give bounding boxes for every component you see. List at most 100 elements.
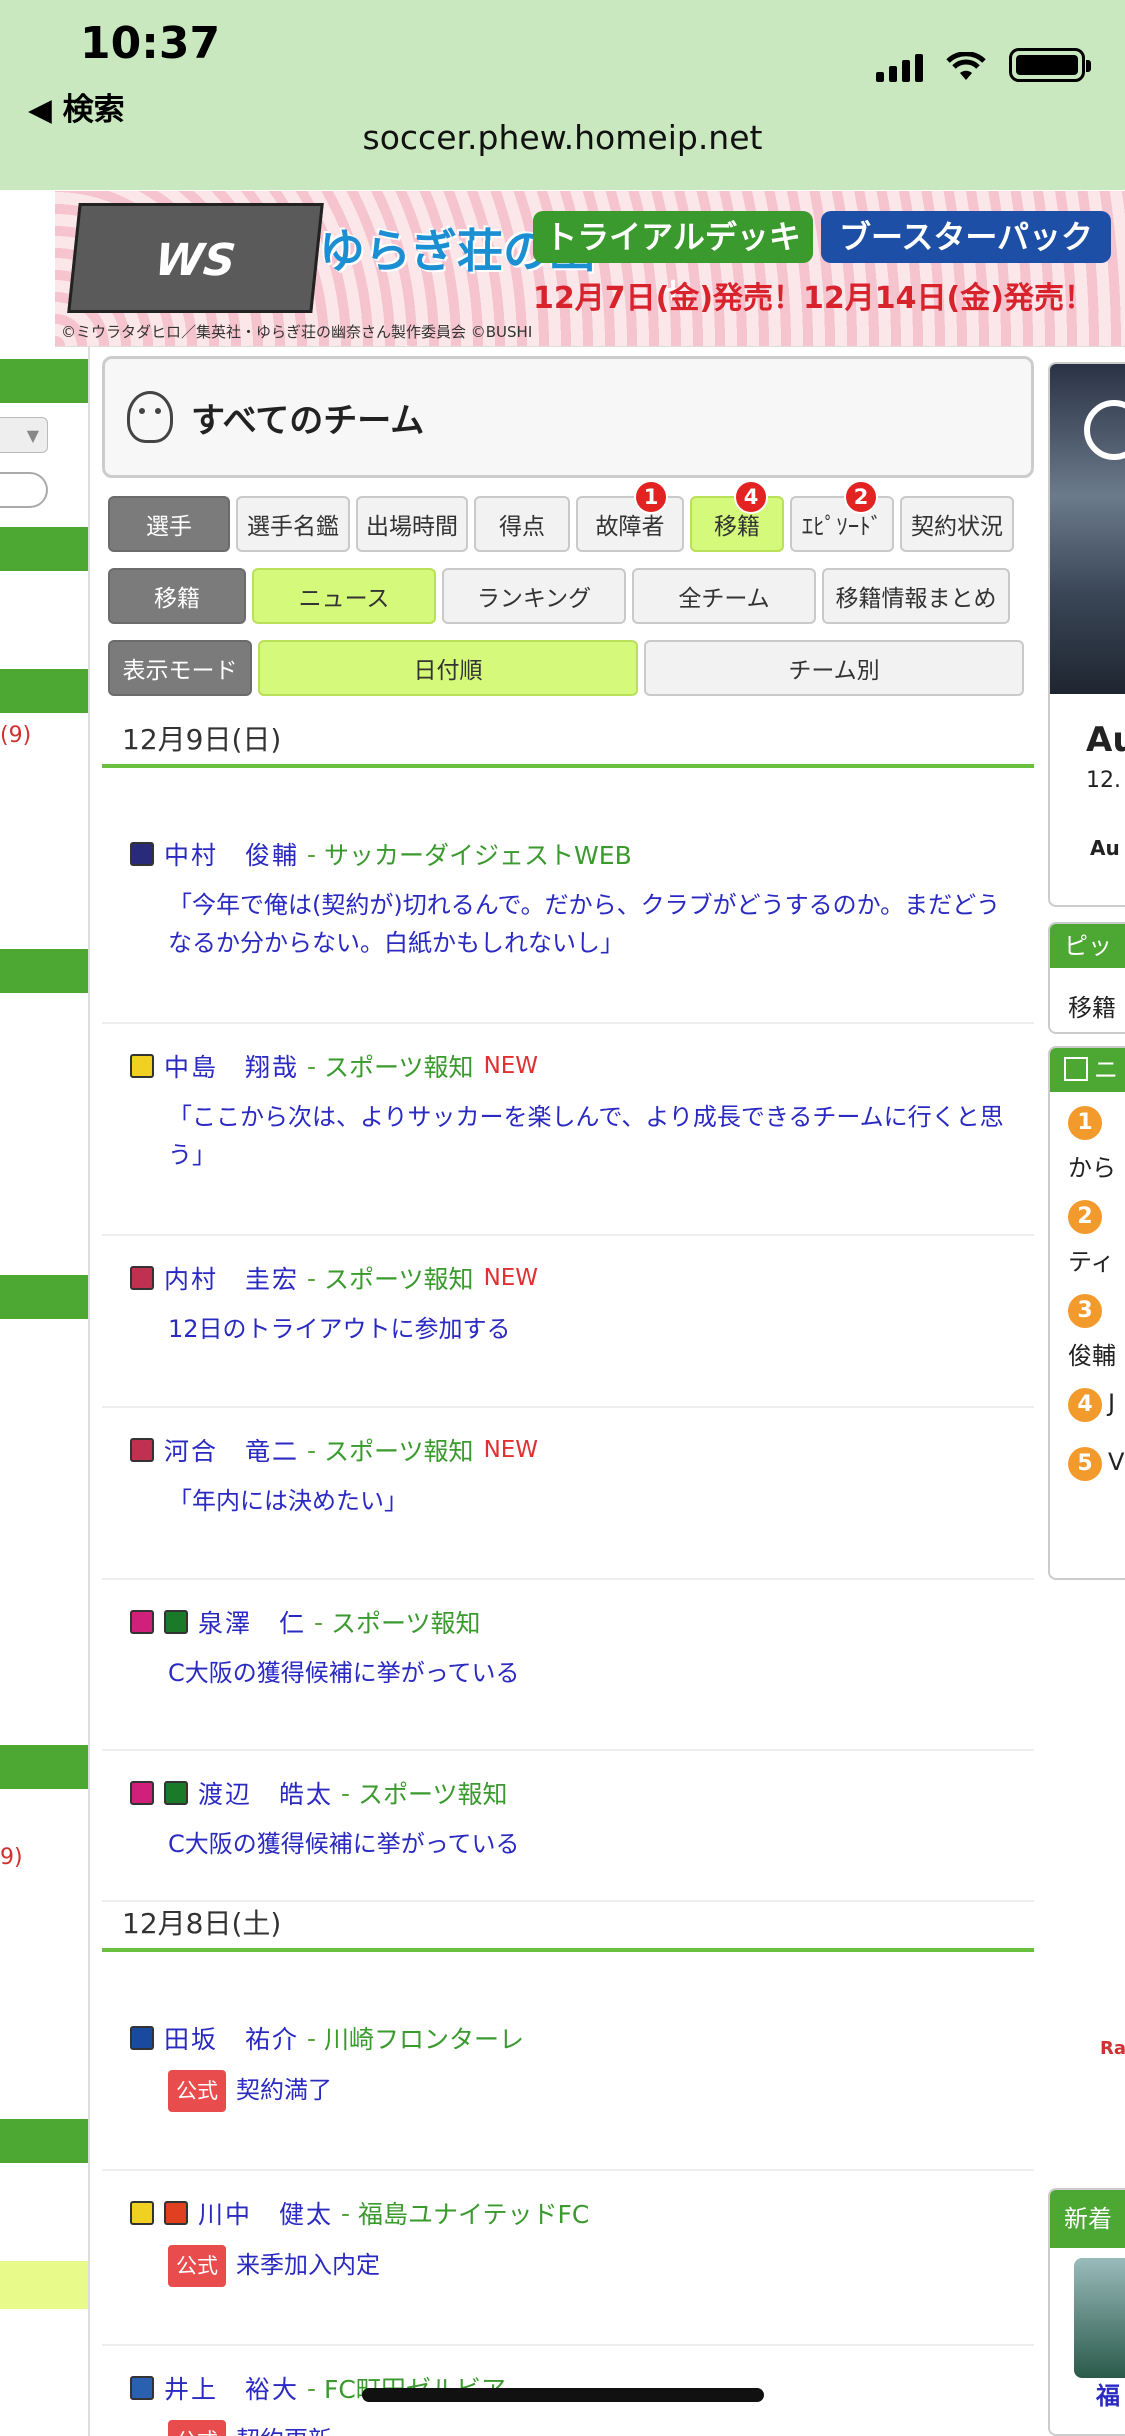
tab-tabs_row1-1[interactable]: 選手名鑑 <box>236 496 350 552</box>
status-time: 10:37 <box>80 18 221 69</box>
banner-copyright: ©ミウラタダヒロ／集英社・ゆらぎ荘の幽奈さん製作委員会 ©BUSHI <box>61 323 533 341</box>
tab-label: 選手名鑑 <box>247 514 339 540</box>
new-tag: NEW <box>483 1437 539 1463</box>
tab-tabs_row2-0[interactable]: 移籍 <box>108 568 246 624</box>
tab-tabs_row1-0[interactable]: 選手 <box>108 496 230 552</box>
tab-tabs_row1-2[interactable]: 出場時間 <box>356 496 468 552</box>
ranking-item[interactable]: 3 俊輔 <box>1068 1294 1116 1371</box>
tab-tabs_row3-2[interactable]: チーム別 <box>644 640 1024 696</box>
news-text-link[interactable]: 公式契約更新 <box>168 2420 1008 2436</box>
left-select[interactable] <box>0 417 48 453</box>
news-item-header: 川中 健太 - 福島ユナイテッドFC <box>130 2195 589 2231</box>
left-section-header <box>0 1745 88 1789</box>
left-section-header <box>0 1275 88 1319</box>
tab-tabs_row1-4[interactable]: 故障者 1 <box>576 480 684 552</box>
player-name-link[interactable]: 内村 圭宏 <box>164 1260 299 1296</box>
ranking-item[interactable]: 2 ティ <box>1068 1200 1115 1277</box>
tab-tabs_row2-2[interactable]: ランキング <box>442 568 626 624</box>
news-text-link[interactable]: C大阪の獲得候補に挙がっている <box>168 1825 1008 1863</box>
new-arrivals-thumbnail[interactable] <box>1074 2258 1125 2378</box>
player-name-link[interactable]: 渡辺 皓太 <box>198 1775 333 1811</box>
news-text-link[interactable]: 「ここから次は、よりサッカーを楽しんで、より成長できるチームに行くと思う」 <box>168 1098 1008 1174</box>
ranking-item[interactable]: 5V指 <box>1068 1442 1125 1481</box>
left-section-header <box>0 527 88 571</box>
tab-tabs_row2-3[interactable]: 全チーム <box>632 568 816 624</box>
tab-tabs_row3-1[interactable]: 日付順 <box>258 640 638 696</box>
tab-tabs_row1-3[interactable]: 得点 <box>474 496 570 552</box>
tab-tabs_row1-6[interactable]: ｴﾋﾟｿｰﾄﾞ 2 <box>790 480 894 552</box>
tab-row-player: 選手 選手名鑑 出場時間 得点 故障者 1 移籍 4 ｴﾋﾟｿｰﾄﾞ 2 契約状況 <box>108 480 1014 552</box>
banner-trial-deck-label: トライアルデッキ+ <box>533 211 813 308</box>
home-indicator <box>362 2388 764 2402</box>
rank-number-badge: 3 <box>1068 1294 1102 1328</box>
left-section-header <box>0 2119 88 2163</box>
news-text-link[interactable]: 公式 来季加入内定 <box>168 2245 1008 2287</box>
notification-badge: 2 <box>844 480 878 514</box>
new-arrivals-header: 新着 <box>1050 2190 1125 2248</box>
banner-booster-pack-label: ブースターパック <box>821 211 1111 263</box>
player-name-link[interactable]: 井上 裕大 <box>164 2370 299 2406</box>
news-text: 「年内には決めたい」 <box>168 1487 408 1515</box>
new-tag: NEW <box>483 1265 539 1291</box>
team-emblem-icon <box>130 2201 154 2225</box>
rank-number-badge: 4 <box>1068 1388 1102 1422</box>
news-text-link[interactable]: 12日のトライアウトに参加する <box>168 1310 1008 1348</box>
tab-tabs_row1-7[interactable]: 契約状況 <box>900 496 1014 552</box>
main-content: すべてのチーム 選手 選手名鑑 出場時間 得点 故障者 1 移籍 4 ｴﾋﾟｿｰﾄﾞ 2 契約状況 … <box>102 356 1034 2436</box>
news-item: 中島 翔哉 - スポーツ報知 NEW 「ここから次は、よりサッカーを楽しんで、より成長で… <box>102 1024 1034 1236</box>
news-text-link[interactable]: 「年内には決めたい」 <box>168 1482 1008 1520</box>
team-emblem-icon <box>164 1610 188 1634</box>
news-source: 川崎フロンターレ <box>324 2025 525 2054</box>
banner-ad[interactable]: WS ゆらぎ荘の幽奈さん トライアルデッキ+ ブースターパック 12月7日(金)… <box>55 191 1125 347</box>
news-text: C大阪の獲得候補に挙がっている <box>168 1659 520 1687</box>
official-badge: 公式 <box>168 2070 226 2112</box>
team-emblem-icon <box>130 842 154 866</box>
separator: - <box>307 2373 317 2403</box>
news-source: スポーツ報知 <box>324 1265 474 1294</box>
news-text-link[interactable]: 「今年で俺は(契約が)切れるんで。だから、クラブがどうするのか。まだどうなるか分… <box>168 886 1008 962</box>
separator: - <box>307 1263 317 1293</box>
new-tag: NEW <box>483 1053 539 1079</box>
news-text: 契約更新 <box>236 2426 332 2436</box>
left-section-header <box>0 359 88 403</box>
tab-tabs_row2-1[interactable]: ニュース <box>252 568 436 624</box>
team-emblem-icon <box>130 1266 154 1290</box>
tab-label: 移籍情報まとめ <box>835 586 997 612</box>
tab-label: 契約状況 <box>911 514 1003 540</box>
tab-tabs_row2-4[interactable]: 移籍情報まとめ <box>822 568 1010 624</box>
player-name-link[interactable]: 中島 翔哉 <box>164 1048 299 1084</box>
left-highlight-bar <box>0 2261 88 2309</box>
date-header: 12月9日(日) <box>102 718 1034 768</box>
player-name-link[interactable]: 田坂 祐介 <box>164 2020 299 2056</box>
notification-badge: 4 <box>734 480 768 514</box>
pickup-text[interactable]: 移籍 <box>1068 988 1116 1023</box>
player-name-link[interactable]: 泉澤 仁 <box>198 1604 306 1640</box>
left-section-header <box>0 669 88 713</box>
news-item: 渡辺 皓太 - スポーツ報知 C大阪の獲得候補に挙がっている <box>102 1751 1034 1902</box>
team-emblem-icon <box>164 2201 188 2225</box>
news-item: 泉澤 仁 - スポーツ報知 C大阪の獲得候補に挙がっている <box>102 1580 1034 1751</box>
mascot-icon <box>127 391 173 443</box>
player-name-link[interactable]: 中村 俊輔 <box>164 836 299 872</box>
signal-icon <box>876 52 923 82</box>
news-text-link[interactable]: 公式 契約満了 <box>168 2070 1008 2112</box>
news-text-link[interactable]: C大阪の獲得候補に挙がっている <box>168 1654 1008 1692</box>
separator: - <box>341 2198 351 2228</box>
new-arrivals-text[interactable]: 福 <box>1096 2376 1120 2411</box>
player-name-link[interactable]: 河合 竜二 <box>164 1432 299 1468</box>
team-emblem-icon <box>130 2376 154 2400</box>
browser-top-bar: 10:37 ◀ 検索 soccer.phew.homeip.net <box>0 0 1125 190</box>
ranking-item[interactable]: 4J <box>1068 1388 1115 1422</box>
team-emblem-icon <box>130 1054 154 1078</box>
left-search-field[interactable] <box>0 472 48 508</box>
ranking-header: ニ <box>1050 1048 1125 1092</box>
address-bar-url[interactable]: soccer.phew.homeip.net <box>0 118 1125 157</box>
news-item-header: 内村 圭宏 - スポーツ報知 NEW <box>130 1260 538 1296</box>
right-ad-date: 12. <box>1086 768 1121 793</box>
ranking-item[interactable]: 1 から <box>1068 1106 1116 1183</box>
tab-tabs_row3-0[interactable]: 表示モード <box>108 640 252 696</box>
tab-tabs_row1-5[interactable]: 移籍 4 <box>690 480 784 552</box>
banner-release-dates: 12月7日(金)発売！12月14日(金)発売！ <box>533 281 1094 316</box>
player-name-link[interactable]: 川中 健太 <box>198 2195 333 2231</box>
ranking-icon <box>1064 1057 1088 1081</box>
